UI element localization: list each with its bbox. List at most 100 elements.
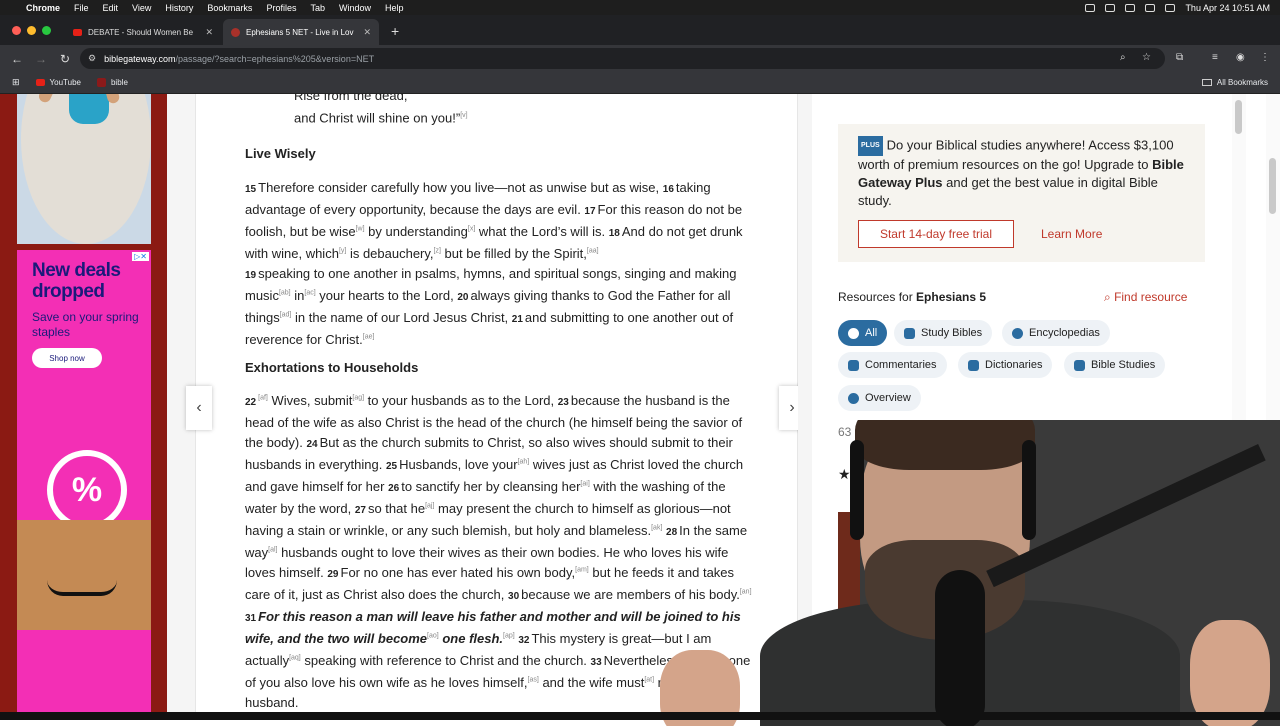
folder-icon bbox=[1201, 79, 1212, 86]
window-controls bbox=[12, 26, 51, 35]
chip-label: Dictionaries bbox=[985, 359, 1043, 371]
menu-help[interactable]: Help bbox=[385, 3, 404, 13]
menu-window[interactable]: Window bbox=[339, 3, 371, 13]
find-resource-link[interactable]: ⌕ Find resource bbox=[1104, 290, 1187, 305]
poem-line: Rise from the dead, bbox=[294, 94, 408, 103]
learn-more-link[interactable]: Learn More bbox=[1041, 227, 1102, 241]
apps-grid-icon[interactable]: ⊞ bbox=[12, 77, 20, 88]
bookmark-youtube[interactable]: YouTube bbox=[35, 78, 81, 87]
resources-heading: Resources for Ephesians 5 bbox=[838, 290, 986, 304]
verses-block-1: 15 Therefore consider carefully how you l… bbox=[245, 180, 743, 347]
menu-app[interactable]: Chrome bbox=[26, 3, 60, 13]
tab-title: Ephesians 5 NET - Live in Lov bbox=[246, 27, 354, 37]
bookmark-star-icon[interactable]: ☆ bbox=[1142, 52, 1151, 63]
site-info-icon[interactable]: ⚙ bbox=[88, 53, 96, 64]
left-rail: ▷✕ New deals dropped Save on your spring… bbox=[0, 94, 167, 720]
zoom-window-button[interactable] bbox=[42, 26, 51, 35]
forward-icon[interactable]: → bbox=[34, 52, 48, 66]
footnote-link[interactable]: [v] bbox=[460, 112, 467, 119]
back-icon[interactable]: ← bbox=[10, 52, 24, 66]
ad-photo-circle bbox=[21, 94, 151, 244]
chip-encyclopedias[interactable]: Encyclopedias bbox=[1002, 320, 1110, 346]
person-hair bbox=[855, 420, 1035, 470]
scroll-thumb[interactable] bbox=[1235, 100, 1242, 134]
url-host: biblegateway.com bbox=[104, 53, 176, 64]
search-icon[interactable] bbox=[1145, 3, 1156, 12]
reload-icon[interactable]: ↻ bbox=[58, 52, 72, 66]
chip-label: Study Bibles bbox=[921, 327, 983, 339]
amazon-ad[interactable]: ▷✕ New deals dropped Save on your spring… bbox=[17, 250, 151, 720]
headphones-icon bbox=[850, 440, 864, 540]
menu-view[interactable]: View bbox=[132, 3, 151, 13]
status-icon[interactable] bbox=[1105, 3, 1116, 12]
comment-icon bbox=[848, 359, 859, 371]
status-icon[interactable] bbox=[1085, 3, 1096, 12]
percent-badge: % bbox=[47, 450, 127, 530]
tab-bar: DEBATE - Should Women Be ✕ Ephesians 5 N… bbox=[0, 15, 1280, 45]
plus-promo: PLUS Do your Biblical studies anywhere! A… bbox=[838, 124, 1205, 262]
media-icon[interactable]: ≡ bbox=[1212, 52, 1218, 63]
prev-chapter-button[interactable]: ‹ bbox=[186, 386, 212, 430]
scroll-thumb[interactable] bbox=[1269, 158, 1276, 214]
menu-profiles[interactable]: Profiles bbox=[266, 3, 296, 13]
close-window-button[interactable] bbox=[12, 26, 21, 35]
control-center-icon[interactable] bbox=[1165, 3, 1176, 12]
chip-commentaries[interactable]: Commentaries bbox=[838, 352, 947, 378]
tab-debate[interactable]: DEBATE - Should Women Be ✕ bbox=[65, 19, 221, 45]
youtube-icon bbox=[73, 28, 82, 36]
bible-icon bbox=[96, 78, 106, 87]
globe-icon bbox=[1012, 327, 1023, 339]
ad-shop-button[interactable]: Shop now bbox=[32, 348, 102, 368]
zoom-icon[interactable]: ⌕ bbox=[1120, 52, 1126, 63]
menu-edit[interactable]: Edit bbox=[103, 3, 119, 13]
amazon-box-image bbox=[17, 520, 151, 630]
ad-headline: New deals dropped bbox=[32, 260, 121, 302]
chip-study-bibles[interactable]: Study Bibles bbox=[894, 320, 993, 346]
person-hand bbox=[1190, 620, 1270, 726]
bookmark-bible[interactable]: bible bbox=[96, 78, 128, 87]
profile-icon[interactable]: ◉ bbox=[1236, 52, 1245, 63]
poem-lines: Rise from the dead, and Christ will shin… bbox=[294, 94, 468, 128]
menu-bookmarks[interactable]: Bookmarks bbox=[207, 3, 252, 13]
runner-arm bbox=[36, 94, 70, 105]
headphones-icon bbox=[1022, 440, 1036, 540]
search-icon: ⌕ bbox=[1104, 290, 1115, 304]
tab-title: DEBATE - Should Women Be bbox=[88, 27, 194, 37]
youtube-icon bbox=[35, 79, 45, 86]
menu-kebab-icon[interactable]: ⋮ bbox=[1260, 52, 1270, 63]
chip-bible-studies[interactable]: Bible Studies bbox=[1064, 352, 1166, 378]
book-icon bbox=[904, 327, 915, 339]
menu-history[interactable]: History bbox=[165, 3, 193, 13]
clock[interactable]: Thu Apr 24 10:51 AM bbox=[1185, 3, 1270, 13]
microphone-icon bbox=[935, 570, 985, 726]
promo-text: PLUS Do your Biblical studies anywhere! A… bbox=[858, 136, 1188, 210]
dictionary-icon bbox=[968, 359, 979, 371]
chip-all[interactable]: All bbox=[838, 320, 888, 346]
minimize-window-button[interactable] bbox=[27, 26, 36, 35]
tab-ephesians[interactable]: Ephesians 5 NET - Live in Lov ✕ bbox=[223, 19, 379, 45]
person-icon bbox=[1074, 359, 1085, 371]
menu-file[interactable]: File bbox=[74, 3, 89, 13]
chip-label: Bible Studies bbox=[1091, 359, 1156, 371]
plus-badge: PLUS bbox=[858, 136, 883, 156]
section-heading: Exhortations to Households bbox=[245, 360, 419, 375]
bookmark-label: YouTube bbox=[49, 78, 81, 87]
close-tab-icon[interactable]: ✕ bbox=[205, 27, 213, 38]
free-trial-button[interactable]: Start 14-day free trial bbox=[858, 220, 1014, 248]
all-bookmarks[interactable]: All Bookmarks bbox=[1201, 78, 1268, 87]
chip-dictionaries[interactable]: Dictionaries bbox=[958, 352, 1053, 378]
resources-prefix: Resources for bbox=[838, 290, 917, 304]
ad-image-runner[interactable] bbox=[17, 94, 151, 244]
extensions-icon[interactable]: ⧉ bbox=[1176, 52, 1183, 63]
wifi-icon[interactable] bbox=[1125, 3, 1136, 12]
poem-text: and Christ will shine on you!” bbox=[294, 110, 461, 126]
toolbar: ← → ↻ ⚙ biblegateway.com/passage/?search… bbox=[0, 45, 1280, 72]
bottom-edge bbox=[0, 712, 1280, 720]
menu-tab[interactable]: Tab bbox=[310, 3, 325, 13]
new-tab-button[interactable]: + bbox=[391, 23, 399, 39]
close-tab-icon[interactable]: ✕ bbox=[363, 27, 371, 38]
status-area: Thu Apr 24 10:51 AM bbox=[1085, 0, 1270, 15]
chip-label: All bbox=[865, 327, 878, 339]
address-bar[interactable]: ⚙ biblegateway.com/passage/?search=ephes… bbox=[80, 48, 1165, 69]
chip-overview[interactable]: Overview bbox=[838, 385, 921, 411]
